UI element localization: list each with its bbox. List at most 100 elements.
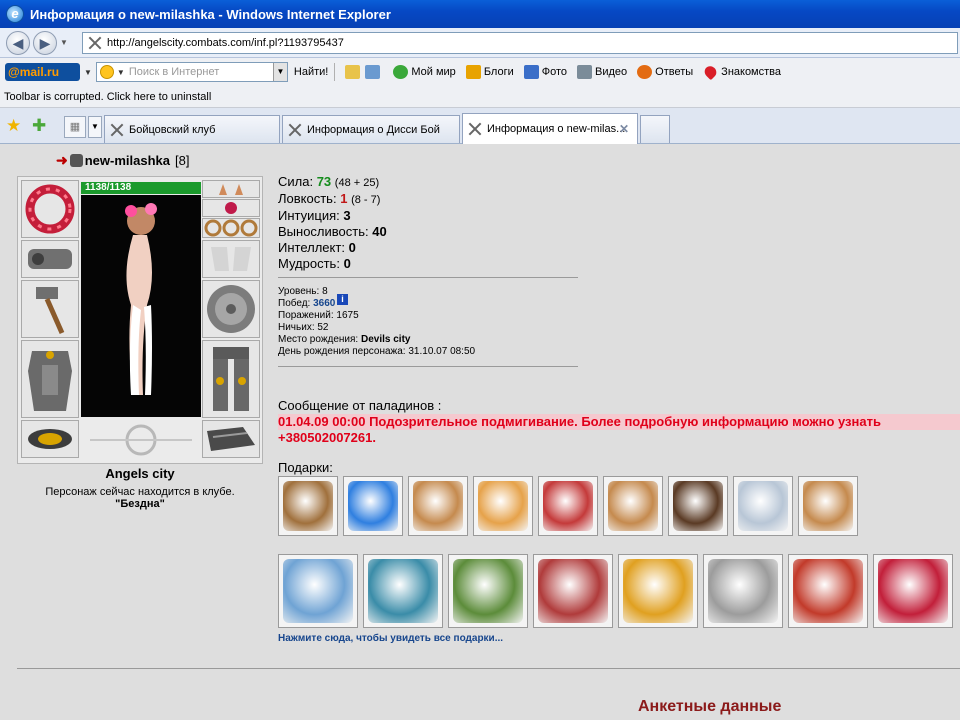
highlighter-icon [345,65,361,79]
info-value: Devils city [361,334,411,345]
gift-item[interactable] [668,476,728,536]
close-tab-icon[interactable]: ✕ [619,122,629,136]
video-button[interactable]: Видео [577,65,627,79]
mailru-logo[interactable]: @mail .ru [5,63,80,81]
answers-button[interactable]: Ответы [637,65,693,79]
boots-icon [207,427,255,451]
gift-item[interactable] [788,554,868,628]
stat-value: 40 [372,224,387,239]
toolbar-search-input[interactable]: ▼ Поиск в Интернет ▼ [95,62,288,82]
gift-item[interactable] [618,554,698,628]
belt-slot[interactable] [21,420,79,458]
rings-slot[interactable] [202,218,260,238]
character-level: [8] [175,153,190,168]
gift-item[interactable] [363,554,443,628]
info-birthday: День рождения персонажа: 31.10.07 08:50 [278,346,475,358]
add-favorite-icon[interactable]: ✚ [32,116,46,136]
search-engine-icon[interactable] [99,65,114,79]
favorites-star-icon[interactable]: ★ [6,116,21,136]
find-on-page-button[interactable] [365,65,383,79]
stat-intuition: Интуиция: 3 [278,208,387,224]
gift-item[interactable] [703,554,783,628]
find-button[interactable]: Найти! [294,66,328,78]
info-value: 3660 [313,298,336,309]
character-portrait[interactable] [81,195,201,417]
stat-label: Сила: [278,174,314,189]
info-value: 8 [322,286,328,297]
photo-button[interactable]: Фото [523,65,568,79]
armor-slot[interactable] [21,340,79,418]
info-birthplace: Место рождения: Devils city [278,334,475,346]
gift-item[interactable] [408,476,468,536]
paladin-message-phone: +380502007261. [278,430,376,445]
stat-label: Интуиция: [278,208,340,223]
leggings-slot[interactable] [202,340,260,418]
gift-item[interactable] [473,476,533,536]
boots-slot[interactable] [202,420,260,458]
info-value: 52 [317,322,329,333]
current-city: Angels city [105,466,175,481]
dating-button[interactable]: Знакомства [702,63,781,81]
current-location: Персонаж сейчас находится в клубе. "Безд… [20,486,260,510]
gift-item[interactable] [448,554,528,628]
gift-image-icon [413,481,463,531]
tab-list-dropdown-icon[interactable]: ▼ [88,116,102,138]
stat-intellect: Интеллект: 0 [278,240,387,256]
gift-item[interactable] [733,476,793,536]
stat-detail: (8 - 7) [351,194,381,206]
show-all-gifts-link[interactable]: Нажмите сюда, чтобы увидеть все подарки.… [278,633,503,644]
divider [278,366,578,367]
amulet-slot[interactable] [202,199,260,217]
info-draws: Ничьих: 52 [278,322,475,334]
gift-item[interactable] [798,476,858,536]
search-history-dropdown-icon[interactable]: ▼ [272,63,287,81]
stat-label: Мудрость: [278,256,340,271]
shield-slot[interactable] [202,280,260,338]
tab-label: Бойцовский клуб [129,123,216,136]
gift-item[interactable] [603,476,663,536]
url-input[interactable]: http://angelscity.combats.com/inf.pl?119… [82,32,958,54]
gift-item[interactable] [343,476,403,536]
gift-image-icon [708,559,778,623]
belt-icon [28,429,72,449]
toolbar-corrupted-notice[interactable]: Toolbar is corrupted. Click here to unin… [0,86,960,108]
tab-dissi-boy[interactable]: Информация о Дисси Бой [282,115,460,143]
gift-image-icon [283,481,333,531]
stat-agility: Ловкость: 1 (8 - 7) [278,191,387,208]
tab-label: Информация о Дисси Бой [307,123,440,136]
gift-item[interactable] [538,476,598,536]
my-world-button[interactable]: Мой мир [393,65,456,79]
heart-icon [702,63,719,81]
back-button[interactable]: ◀ [6,31,30,55]
blogs-button[interactable]: Блоги [465,65,514,79]
page-content: ➜ new-milashka [8] i 1138/1138 Angels ci… [0,144,960,720]
tab-fight-club[interactable]: Бойцовский клуб [104,115,280,143]
new-tab-button[interactable] [640,115,670,143]
earrings-slot[interactable] [202,180,260,198]
private-message-arrow-icon[interactable]: ➜ [56,152,68,169]
tab-new-milashka[interactable]: Информация о new-milas... ✕ [462,113,638,144]
tab-favicon-icon [467,121,483,137]
mailru-menu-dropdown-icon[interactable]: ▼ [84,68,92,77]
forward-button[interactable]: ▶ [33,31,57,55]
ie-logo-icon: e [6,5,24,23]
photo-label: Фото [541,66,568,78]
helmet-slot[interactable] [21,180,79,238]
quick-tabs-icon[interactable]: ▦ [64,116,86,138]
gift-image-icon [793,559,863,623]
info-losses: Поражений: 1675 [278,310,475,322]
gloves-slot[interactable] [202,240,260,278]
gift-item[interactable] [533,554,613,628]
gift-item[interactable] [873,554,953,628]
search-engine-dropdown-icon[interactable]: ▼ [117,68,125,77]
weapon-slot[interactable] [21,280,79,338]
hammer-icon [36,287,65,335]
gift-item[interactable] [278,476,338,536]
bracer-slot[interactable] [21,240,79,278]
history-dropdown-icon[interactable]: ▼ [60,38,68,47]
gift-item[interactable] [278,554,358,628]
highlight-button[interactable] [345,65,363,79]
tab-favicon-icon [287,122,303,138]
rings-icon [204,219,258,237]
location-room: "Бездна" [115,498,165,510]
